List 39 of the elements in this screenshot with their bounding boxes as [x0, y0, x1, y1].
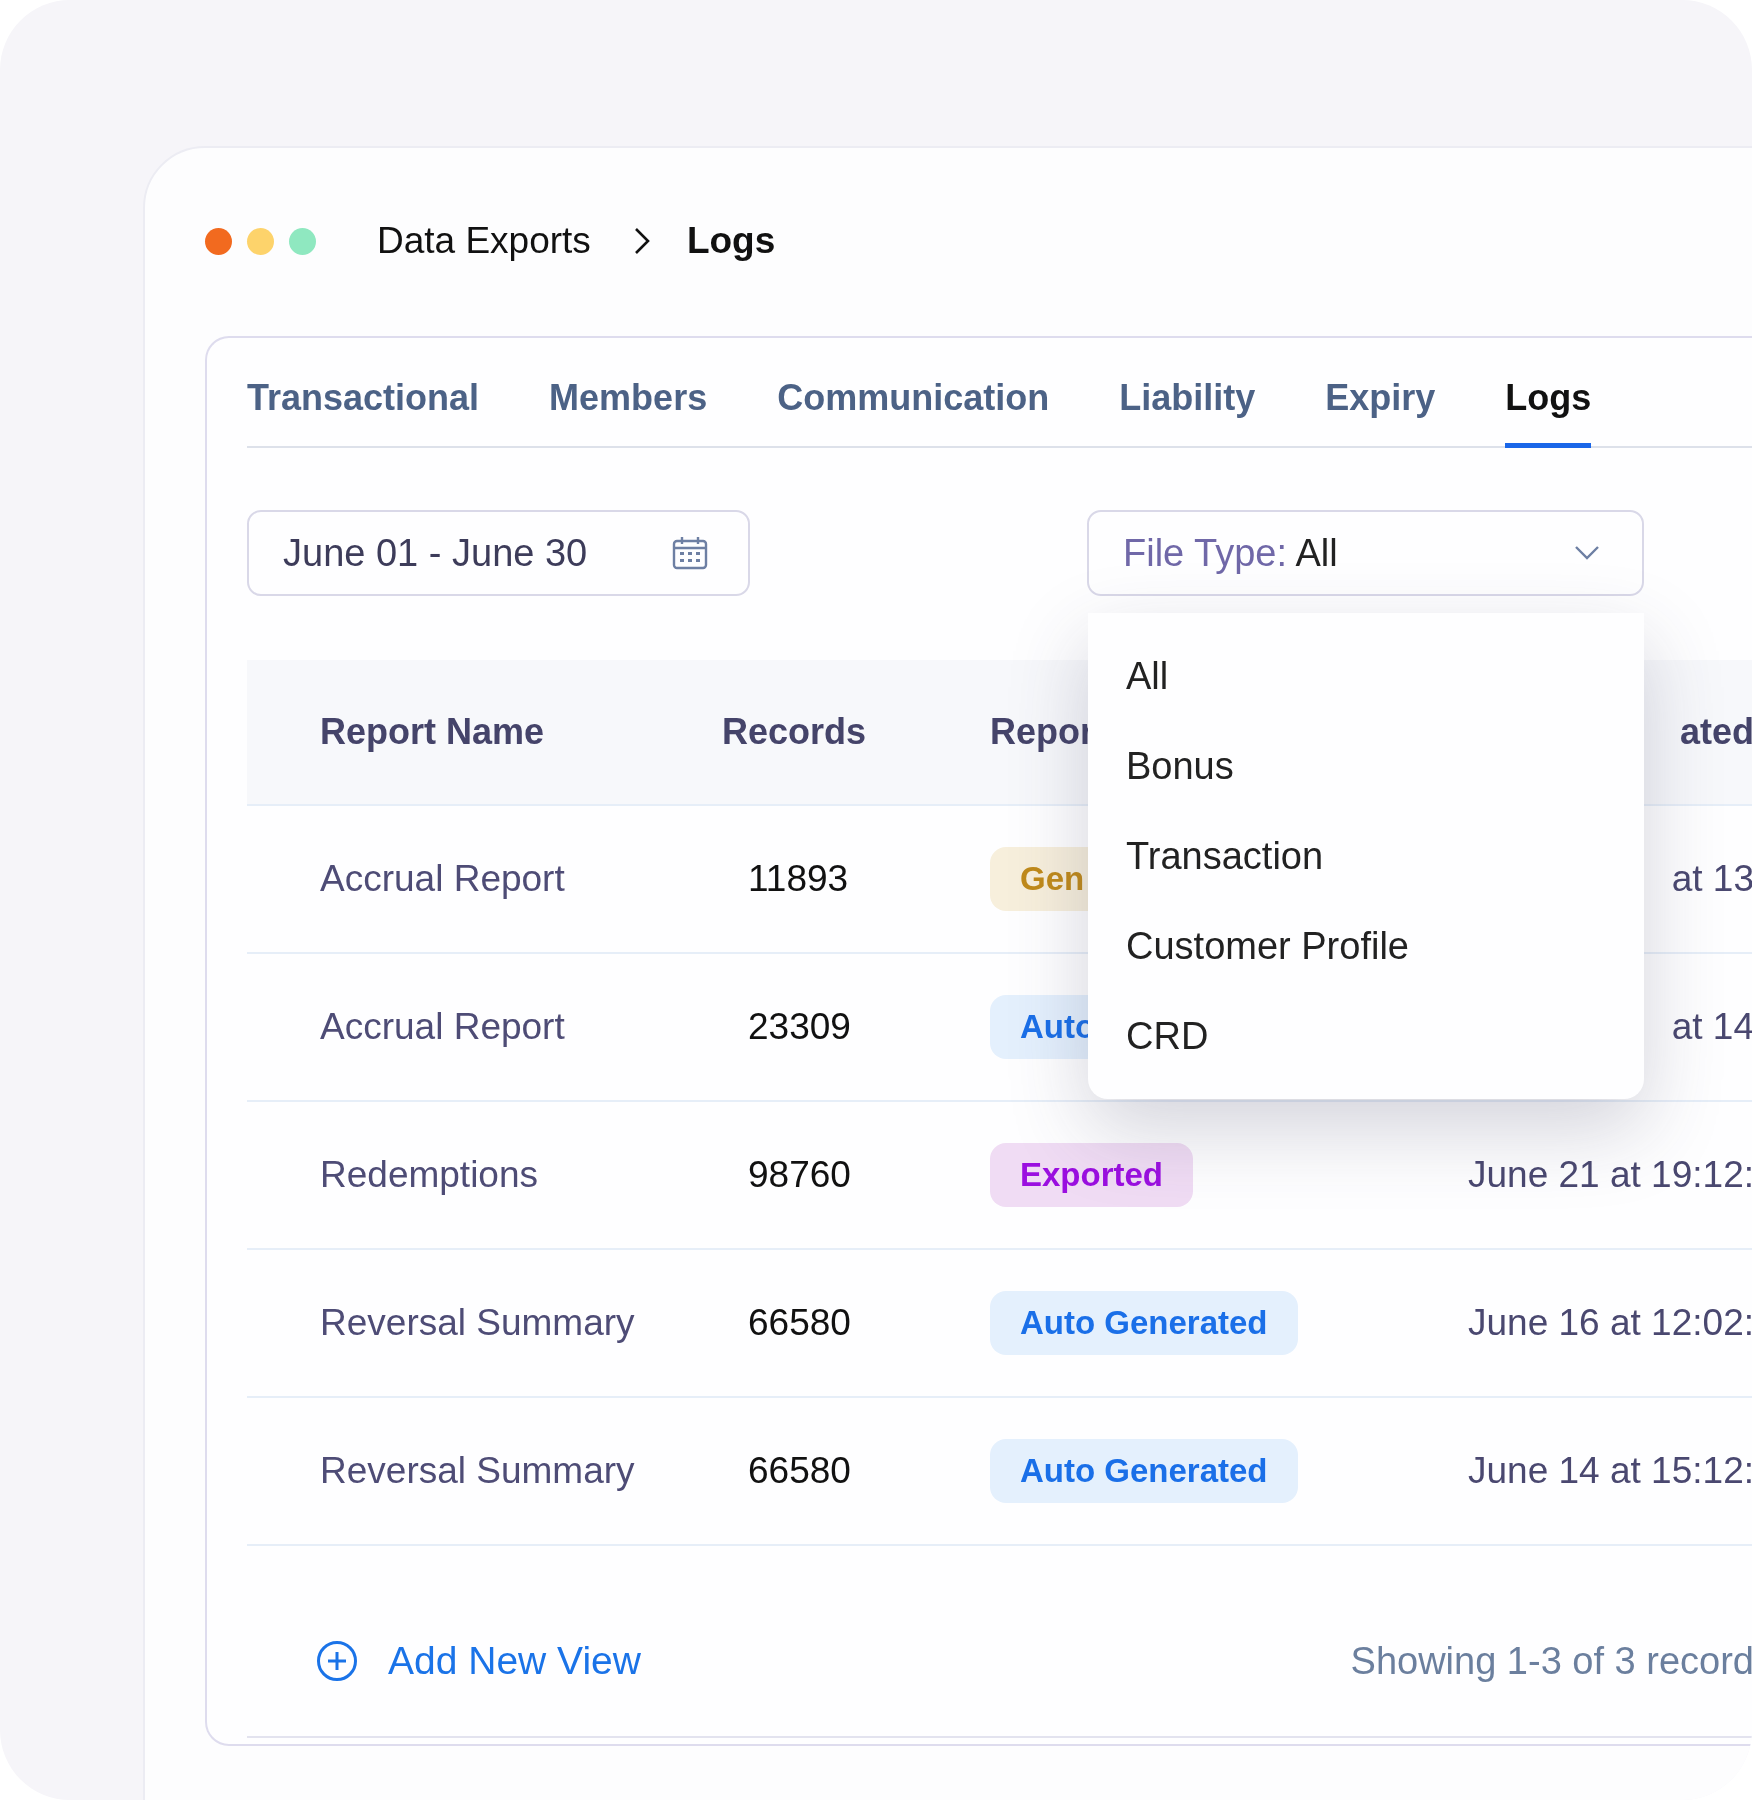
status-badge: Auto Generated [990, 1291, 1298, 1355]
tab[interactable]: Expiry [1325, 377, 1436, 448]
records-summary: Showing 1-3 of 3 record [1350, 1639, 1752, 1683]
table-cell-text: 23309 [747, 1006, 852, 1048]
table-cell-text: June 16 at 12:02: [1467, 1302, 1752, 1344]
tab[interactable]: Logs [1505, 377, 1592, 448]
table-cell-text: Redemptions [319, 1154, 539, 1196]
minimize-dot[interactable] [247, 227, 274, 255]
table-cell-text: Accrual Report [319, 1006, 566, 1048]
status-badge: Auto Generated [990, 1439, 1298, 1503]
table-cell-text: 66580 [747, 1450, 852, 1492]
table-cell-text: Reversal Summary [319, 1302, 636, 1344]
column-header: ated [1678, 711, 1752, 753]
table-cell-text: 11893 [747, 858, 850, 900]
column-header: Report Name [319, 711, 546, 753]
close-dot[interactable] [205, 227, 232, 255]
table-cell-text: June 14 at 15:12: [1467, 1450, 1752, 1492]
table-cell-text: Accrual Report [319, 858, 566, 900]
tab[interactable]: Liability [1119, 377, 1256, 448]
file-type-dropdown[interactable]: File Type: All [1087, 510, 1644, 596]
tab[interactable]: Communication [777, 377, 1050, 448]
tab[interactable]: Transactional [247, 377, 480, 448]
plus-circle-icon[interactable] [316, 1640, 358, 1682]
tab[interactable]: Members [549, 377, 708, 448]
date-range-field[interactable]: June 01 - June 30 [247, 510, 750, 596]
table-cell-text: 66580 [747, 1302, 852, 1344]
column-header: Records [722, 711, 868, 753]
breadcrumb-current: Logs [686, 220, 776, 262]
maximize-dot[interactable] [289, 227, 316, 255]
table-cell-text: at 13 [1670, 858, 1752, 900]
calendar-icon [672, 536, 708, 570]
chevron-down-icon [1574, 545, 1600, 561]
table-cell-text: 98760 [747, 1154, 852, 1196]
status-badge: Exported [990, 1143, 1194, 1207]
table-cell-text: June 21 at 19:12: [1467, 1154, 1752, 1196]
chevron-right-icon [632, 226, 651, 256]
table-cell-text: Reversal Summary [319, 1450, 636, 1492]
add-new-view-link[interactable]: Add New View [388, 1639, 641, 1683]
breadcrumb-link[interactable]: Data Exports [377, 220, 591, 262]
